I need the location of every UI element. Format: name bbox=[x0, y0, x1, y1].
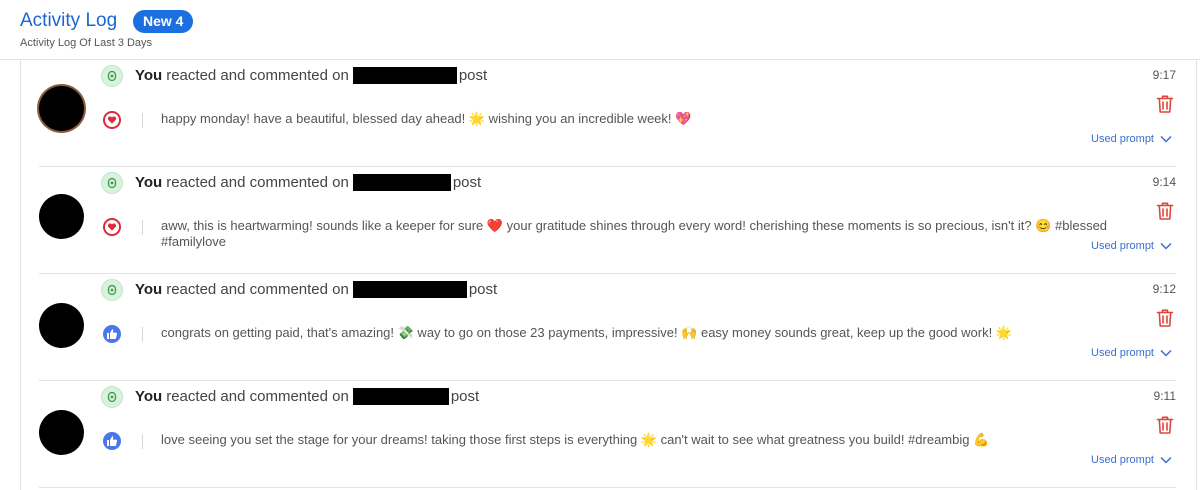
comment-divider bbox=[142, 113, 143, 128]
activity-list: You reacted and commented on post 9:17 h… bbox=[20, 60, 1197, 490]
delete-icon[interactable] bbox=[1156, 415, 1174, 435]
page-subtitle: Activity Log Of Last 3 Days bbox=[20, 37, 153, 49]
status-icon bbox=[101, 386, 123, 408]
status-icon bbox=[101, 279, 123, 301]
delete-icon[interactable] bbox=[1156, 201, 1174, 221]
activity-action: reacted and commented on bbox=[166, 67, 349, 84]
activity-time: 9:11 bbox=[1153, 389, 1176, 403]
avatar[interactable] bbox=[39, 194, 84, 239]
used-prompt-label: Used prompt bbox=[1091, 347, 1154, 359]
comment-text: aww, this is heartwarming! sounds like a… bbox=[161, 218, 1108, 249]
comment-text: congrats on getting paid, that's amazing… bbox=[161, 325, 1013, 340]
activity-headline: You reacted and commented on post bbox=[135, 67, 487, 84]
activity-headline: You reacted and commented on post bbox=[135, 174, 481, 191]
activity-suffix: post bbox=[458, 67, 488, 84]
status-icon bbox=[101, 172, 123, 194]
activity-row: You reacted and commented on post 9:11 l… bbox=[39, 381, 1176, 488]
activity-time: 9:17 bbox=[1152, 68, 1176, 82]
used-prompt-toggle[interactable]: Used prompt bbox=[1091, 133, 1172, 145]
like-icon bbox=[103, 432, 121, 450]
avatar[interactable] bbox=[39, 410, 84, 455]
activity-row: You reacted and commented on post 9:12 c… bbox=[39, 274, 1176, 381]
chevron-down-icon bbox=[1160, 349, 1172, 357]
used-prompt-toggle[interactable]: Used prompt bbox=[1091, 347, 1172, 359]
comment-divider bbox=[142, 327, 143, 342]
actor-name: You bbox=[135, 281, 163, 298]
actor-name: You bbox=[135, 174, 163, 191]
actor-name: You bbox=[135, 67, 163, 84]
delete-icon[interactable] bbox=[1156, 94, 1174, 114]
page-header: Activity Log New 4 Activity Log Of Last … bbox=[0, 0, 1200, 60]
heart-icon bbox=[103, 218, 121, 236]
new-count-badge: New 4 bbox=[133, 10, 194, 33]
actor-name: You bbox=[135, 388, 163, 405]
delete-icon[interactable] bbox=[1156, 308, 1174, 328]
activity-row: You reacted and commented on post 9:17 h… bbox=[39, 60, 1176, 167]
used-prompt-label: Used prompt bbox=[1091, 454, 1154, 466]
used-prompt-toggle[interactable]: Used prompt bbox=[1091, 454, 1172, 466]
activity-action: reacted and commented on bbox=[166, 174, 349, 191]
comment-text: happy monday! have a beautiful, blessed … bbox=[161, 111, 692, 126]
activity-action: reacted and commented on bbox=[166, 281, 349, 298]
status-icon bbox=[101, 65, 123, 87]
activity-headline: You reacted and commented on post bbox=[135, 388, 479, 405]
activity-row: You reacted and commented on post 9:14 a… bbox=[39, 167, 1176, 274]
comment-text: love seeing you set the stage for your d… bbox=[161, 432, 990, 447]
activity-time: 9:14 bbox=[1152, 175, 1176, 189]
avatar[interactable] bbox=[39, 86, 84, 131]
activity-action: reacted and commented on bbox=[166, 388, 349, 405]
activity-suffix: post bbox=[450, 388, 480, 405]
chevron-down-icon bbox=[1160, 135, 1172, 143]
like-icon bbox=[103, 325, 121, 343]
activity-suffix: post bbox=[468, 281, 498, 298]
page-title: Activity Log bbox=[20, 10, 118, 31]
chevron-down-icon bbox=[1160, 456, 1172, 464]
activity-suffix: post bbox=[452, 174, 482, 191]
activity-time: 9:12 bbox=[1152, 282, 1176, 296]
used-prompt-label: Used prompt bbox=[1091, 133, 1154, 145]
heart-icon bbox=[103, 111, 121, 129]
redacted-name bbox=[352, 67, 457, 84]
redacted-name bbox=[352, 281, 467, 298]
comment-divider bbox=[142, 220, 143, 235]
activity-headline: You reacted and commented on post bbox=[135, 281, 497, 298]
comment-divider bbox=[142, 434, 143, 449]
avatar[interactable] bbox=[39, 303, 84, 348]
used-prompt-label: Used prompt bbox=[1091, 240, 1154, 252]
chevron-down-icon bbox=[1160, 242, 1172, 250]
redacted-name bbox=[352, 388, 449, 405]
redacted-name bbox=[352, 174, 451, 191]
used-prompt-toggle[interactable]: Used prompt bbox=[1091, 240, 1172, 252]
